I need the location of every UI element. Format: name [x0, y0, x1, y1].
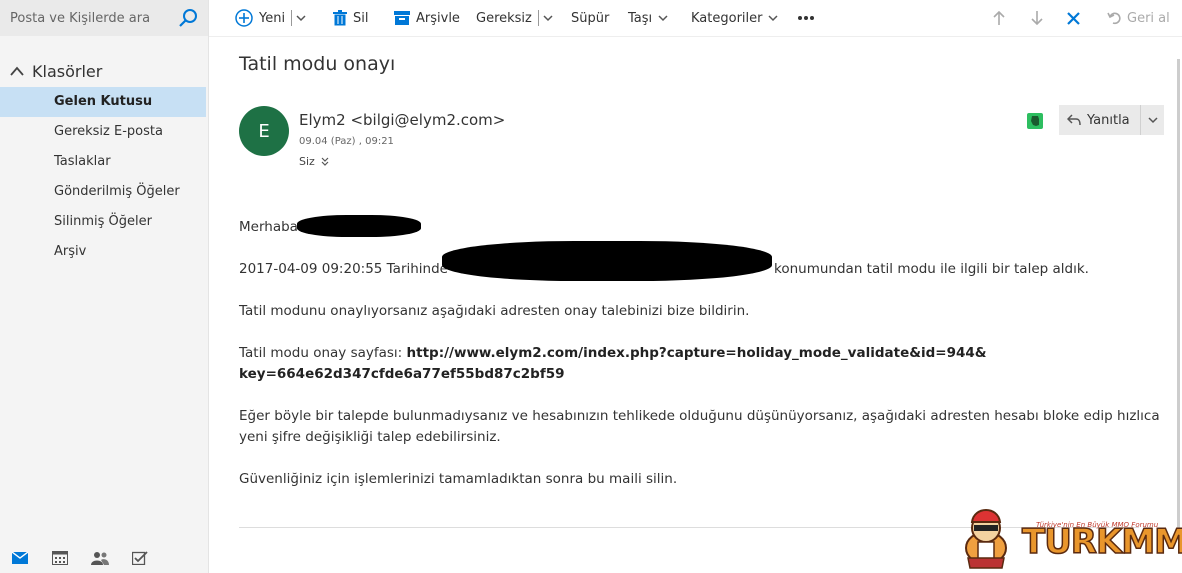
body-line1-prefix: 2017-04-09 09:20:55 Tarihinde	[239, 261, 448, 277]
trash-icon	[333, 10, 347, 26]
close-icon	[1067, 11, 1080, 25]
recipient-label: Siz	[299, 155, 315, 168]
expand-icon	[321, 157, 329, 166]
delete-button-label: Sil	[353, 10, 369, 26]
mail-icon[interactable]	[10, 549, 30, 567]
new-button-label: Yeni	[259, 10, 286, 26]
folders-header-label: Klasörler	[32, 61, 103, 81]
redaction	[297, 215, 421, 237]
tasks-icon[interactable]	[130, 549, 150, 567]
search-box	[0, 0, 208, 36]
search-input[interactable]	[0, 0, 170, 36]
scrollbar[interactable]	[1175, 37, 1182, 573]
arrow-down-icon	[1031, 11, 1043, 25]
search-icon[interactable]	[178, 8, 198, 28]
folder-deleted[interactable]: Silinmiş Öğeler	[0, 207, 206, 237]
calendar-icon[interactable]	[50, 549, 70, 567]
message-date: 09.04 (Paz) , 09:21	[299, 136, 394, 147]
folder-junk[interactable]: Gereksiz E-posta	[0, 117, 206, 147]
people-icon[interactable]	[90, 549, 110, 567]
evernote-icon[interactable]	[1027, 113, 1043, 129]
archive-icon	[394, 11, 410, 25]
more-icon	[798, 16, 814, 20]
categories-button-label: Kategoriler	[691, 10, 763, 26]
chevron-down-icon[interactable]	[296, 14, 306, 22]
avatar-letter: E	[258, 120, 270, 142]
validation-link-key[interactable]: key=664e62d347cfde6a77ef55bd87c2bf59	[239, 366, 564, 382]
arrow-up-icon	[993, 11, 1005, 25]
message-subject: Tatil modu onayı	[239, 53, 396, 75]
undo-icon	[1107, 11, 1121, 25]
chevron-down-icon	[768, 15, 779, 22]
chevron-down-icon[interactable]	[543, 14, 553, 22]
sweep-button-label: Süpür	[571, 10, 610, 26]
body-line1-suffix: konumundan tatil modu ile ilgili bir tal…	[774, 261, 1089, 277]
sweep-button[interactable]: Süpür	[571, 0, 609, 36]
reply-options-button[interactable]	[1140, 105, 1165, 135]
validation-link[interactable]: http://www.elym2.com/index.php?capture=h…	[407, 345, 987, 361]
categories-button[interactable]: Kategoriler	[691, 0, 779, 36]
body-line2: Tatil modunu onaylıyorsanız aşağıdaki ad…	[239, 303, 750, 319]
junk-button[interactable]: Gereksiz	[476, 0, 553, 36]
separator	[291, 10, 293, 26]
previous-button[interactable]	[993, 0, 1005, 36]
body-line5: Güvenliğiniz için işlemlerinizi tamamlad…	[239, 471, 678, 487]
avatar[interactable]: E	[239, 106, 289, 156]
delete-button[interactable]: Sil	[333, 0, 368, 36]
move-button[interactable]: Taşı	[628, 0, 668, 36]
chevron-up-icon	[10, 66, 24, 76]
reply-button-label: Yanıtla	[1087, 112, 1130, 128]
sender-name[interactable]: Elym2 <bilgi@elym2.com>	[299, 111, 505, 129]
archive-button[interactable]: Arşivle	[394, 0, 460, 36]
undo-button-label: Geri al	[1127, 10, 1170, 26]
more-button[interactable]	[797, 0, 815, 36]
folder-archive[interactable]: Arşiv	[0, 237, 206, 267]
next-button[interactable]	[1031, 0, 1043, 36]
body-link-paragraph: Tatil modu onay sayfası: http://www.elym…	[239, 343, 987, 385]
close-button[interactable]	[1067, 0, 1080, 36]
folder-drafts[interactable]: Taslaklar	[0, 147, 206, 177]
move-button-label: Taşı	[628, 10, 653, 26]
body-line4a: Eğer böyle bir talepde bulunmadıysanız v…	[239, 408, 1160, 424]
folder-sent[interactable]: Gönderilmiş Öğeler	[0, 177, 206, 207]
body-line4b: yeni şifre değişikliği talep edebilirsin…	[239, 429, 501, 445]
junk-button-label: Gereksiz	[476, 10, 532, 26]
scroll-thumb[interactable]	[1177, 59, 1180, 539]
watermark-text: TURKMMO	[1021, 521, 1182, 563]
reading-pane: Tatil modu onayı E Elym2 <bilgi@elym2.co…	[209, 37, 1182, 573]
bottom-nav	[0, 543, 208, 573]
separator	[537, 10, 539, 26]
new-button[interactable]: Yeni	[235, 0, 306, 36]
recipients[interactable]: Siz	[299, 155, 329, 168]
undo-button[interactable]: Geri al	[1107, 0, 1170, 36]
folders-header[interactable]: Klasörler	[10, 60, 102, 82]
body-line3-prefix: Tatil modu onay sayfası:	[239, 345, 403, 361]
toolbar: Yeni Sil Arşivle Gereksiz Süpür Taşı Kat…	[209, 0, 1182, 37]
body-greeting: Merhaba	[239, 219, 298, 235]
redaction	[442, 241, 772, 281]
folder-pane: Klasörler Gelen Kutusu Gereksiz E-posta …	[0, 0, 209, 573]
folder-inbox[interactable]: Gelen Kutusu	[0, 87, 206, 117]
archive-button-label: Arşivle	[416, 10, 460, 26]
plus-circle-icon	[235, 9, 253, 27]
chevron-down-icon	[1148, 117, 1158, 124]
reply-icon	[1067, 114, 1081, 126]
chevron-down-icon	[658, 15, 668, 22]
